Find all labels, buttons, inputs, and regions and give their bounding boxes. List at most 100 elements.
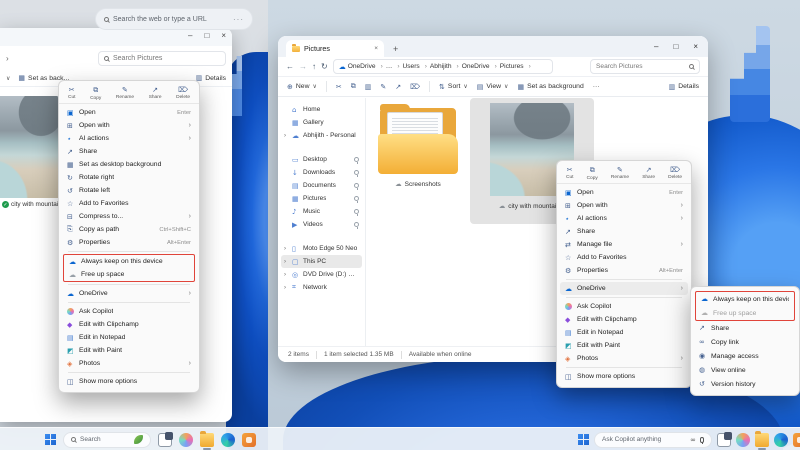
sidebar-item[interactable]: › ▢ This PC xyxy=(281,255,362,268)
menu-item[interactable]: ▣ Open Enter xyxy=(62,106,196,119)
menu-item[interactable]: ⊟ Compress to... › xyxy=(62,210,196,223)
sidebar-item[interactable]: › ☁ Abhijith - Personal xyxy=(281,129,362,142)
set-as-background-button[interactable]: ▦ Set as background xyxy=(517,83,583,91)
copilot-search[interactable]: Ask Copilot anything ∞ xyxy=(594,432,712,448)
task-view-icon[interactable] xyxy=(717,433,731,447)
up-button[interactable]: ↑ xyxy=(312,62,316,71)
breadcrumb-segment[interactable]: Users › xyxy=(403,63,430,70)
copy-button[interactable]: ⧉ xyxy=(351,82,356,91)
more-options-button[interactable]: ··· xyxy=(593,83,600,90)
sidebar-item[interactable]: › ⌗ Network xyxy=(281,281,362,294)
sidebar-item[interactable]: › ◎ DVD Drive (D:) CCC xyxy=(281,268,362,281)
details-button[interactable]: ▥ Details xyxy=(669,83,699,91)
explorer-tab[interactable]: Pictures × xyxy=(286,40,384,57)
taskbar-search[interactable]: Search xyxy=(63,432,151,448)
menu-action[interactable]: ⧉ Copy xyxy=(90,86,101,101)
refresh-button[interactable]: ↻ xyxy=(321,62,328,71)
menu-item[interactable]: ◫ Show more options xyxy=(560,370,688,383)
cut-button[interactable]: ✂ xyxy=(336,83,342,91)
view-dropdown-icon[interactable]: ∨ xyxy=(6,75,10,82)
menu-item[interactable]: ⋆ AI actions › xyxy=(560,212,688,225)
new-tab-button[interactable]: + xyxy=(393,45,398,54)
menu-item[interactable]: ☁ OneDrive › xyxy=(62,287,196,300)
menu-item[interactable]: ◆ Edit with Clipchamp xyxy=(560,313,688,326)
sidebar-item[interactable]: › ▦ Pictures xyxy=(281,192,362,205)
menu-item[interactable]: ◍ View online xyxy=(694,363,796,377)
menu-item[interactable]: Ask Copilot xyxy=(560,300,688,313)
menu-action[interactable]: ✎ Rename xyxy=(116,86,134,101)
menu-item[interactable]: ⚙ Properties Alt+Enter xyxy=(560,264,688,277)
menu-item[interactable]: ∞ Copy link xyxy=(694,335,796,349)
details-button[interactable]: ▥ Details xyxy=(196,74,226,82)
breadcrumb-segment[interactable]: ☁ OneDrive › xyxy=(339,63,386,71)
menu-action[interactable]: ⌦ Delete xyxy=(668,166,682,181)
menu-item[interactable]: ⎘ Copy as path Ctrl+Shift+C xyxy=(62,223,196,236)
menu-item[interactable]: ⇄ Manage file › xyxy=(560,238,688,251)
file-thumbnail[interactable] xyxy=(0,96,66,198)
close-button[interactable]: × xyxy=(693,42,698,51)
view-button[interactable]: ▤ View ∨ xyxy=(477,83,509,91)
menu-item[interactable]: ↗ Share xyxy=(62,145,196,158)
breadcrumb-segment[interactable]: … › xyxy=(386,63,403,70)
delete-button[interactable]: ⌦ xyxy=(410,83,420,91)
menu-item[interactable]: ◈ Photos › xyxy=(560,352,688,365)
tab-close-icon[interactable]: × xyxy=(374,45,378,52)
menu-item[interactable]: ◫ Show more options xyxy=(62,375,196,388)
sidebar-item[interactable]: › ↓ Downloads xyxy=(281,166,362,179)
menu-item[interactable]: ◩ Edit with Paint xyxy=(62,344,196,357)
breadcrumb-segment[interactable]: OneDrive › xyxy=(462,63,500,70)
menu-item[interactable]: ☁ OneDrive › xyxy=(560,282,688,295)
maximize-button[interactable]: □ xyxy=(673,42,678,51)
browser-search-bar[interactable]: Search the web or type a URL ··· xyxy=(95,8,253,30)
app-icon-orange[interactable] xyxy=(242,433,256,447)
search-box[interactable]: Search Pictures xyxy=(98,51,226,66)
back-button[interactable]: ← xyxy=(286,62,294,71)
sidebar-item[interactable]: › ♪ Music xyxy=(281,205,362,218)
edge-icon[interactable] xyxy=(221,433,235,447)
menu-item[interactable]: ⚙ Properties Alt+Enter xyxy=(62,236,196,249)
copilot-icon[interactable] xyxy=(179,433,193,447)
file-explorer-icon[interactable] xyxy=(755,433,769,447)
menu-item[interactable]: ☆ Add to Favorites xyxy=(62,197,196,210)
task-view-icon[interactable] xyxy=(158,433,172,447)
menu-item[interactable]: Ask Copilot xyxy=(62,305,196,318)
menu-item[interactable]: ⊞ Open with › xyxy=(560,199,688,212)
menu-item[interactable]: ↻ Rotate right xyxy=(62,171,196,184)
edge-icon[interactable] xyxy=(774,433,788,447)
sidebar-item[interactable]: › ⌂ Home xyxy=(281,103,362,116)
menu-action[interactable]: ↗ Share xyxy=(642,166,655,181)
share-button[interactable]: ↗ xyxy=(395,83,401,91)
menu-action[interactable]: ✎ Rename xyxy=(611,166,629,181)
file-explorer-icon[interactable] xyxy=(200,433,214,447)
menu-item[interactable]: ☁ Free up space xyxy=(64,268,194,281)
menu-action[interactable]: ⧉ Copy xyxy=(587,166,598,181)
menu-item[interactable]: ◉ Manage access xyxy=(694,349,796,363)
search-box[interactable]: Search Pictures xyxy=(590,59,700,74)
menu-item[interactable]: ◈ Photos › xyxy=(62,357,196,370)
menu-item[interactable]: ↺ Version history xyxy=(694,377,796,391)
menu-item[interactable]: ☁ Always keep on this device xyxy=(696,292,794,306)
menu-item[interactable]: ▤ Edit in Notepad xyxy=(62,331,196,344)
breadcrumb-segment[interactable]: Abhijith › xyxy=(430,63,462,70)
menu-item[interactable]: ☁ Free up space xyxy=(696,306,794,320)
minimize-button[interactable]: – xyxy=(654,42,658,51)
menu-item[interactable]: ↗ Share xyxy=(560,225,688,238)
paste-button[interactable]: ▥ xyxy=(365,83,372,91)
sort-button[interactable]: ⇅ Sort ∨ xyxy=(439,83,468,91)
menu-item[interactable]: ◩ Edit with Paint xyxy=(560,339,688,352)
sidebar-item[interactable]: › ▶ Videos xyxy=(281,218,362,231)
more-options-icon[interactable]: ··· xyxy=(233,15,244,24)
menu-item[interactable]: ▤ Edit in Notepad xyxy=(560,326,688,339)
sidebar-item[interactable]: › ▭ Desktop xyxy=(281,153,362,166)
menu-action[interactable]: ⌦ Delete xyxy=(176,86,190,101)
weather-icon[interactable] xyxy=(134,435,143,444)
menu-action[interactable]: ✂ Cut xyxy=(566,166,573,181)
menu-item[interactable]: ↗ Share xyxy=(694,321,796,335)
menu-item[interactable]: ⊞ Open with › xyxy=(62,119,196,132)
sidebar-item[interactable]: › ▦ Gallery xyxy=(281,116,362,129)
maximize-button[interactable]: □ xyxy=(204,31,209,40)
forward-button[interactable]: → xyxy=(299,62,307,71)
menu-item[interactable]: ◆ Edit with Clipchamp xyxy=(62,318,196,331)
sidebar-item[interactable]: › ▤ Documents xyxy=(281,179,362,192)
menu-item[interactable]: ↺ Rotate left xyxy=(62,184,196,197)
